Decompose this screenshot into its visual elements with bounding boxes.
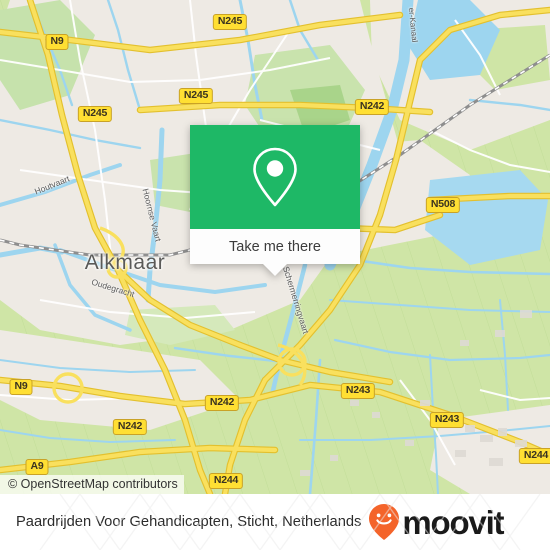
- road-shield[interactable]: N243: [429, 412, 465, 428]
- road-shield[interactable]: N245: [212, 14, 248, 30]
- popup-image-panel: [190, 125, 360, 229]
- moovit-smiley-pin-icon: [369, 504, 400, 540]
- road-shield[interactable]: N9: [45, 34, 69, 50]
- caption-bar: Paardrijden Voor Gehandicapten, Sticht, …: [0, 494, 550, 550]
- road-shield[interactable]: A9: [25, 459, 49, 475]
- road-shield[interactable]: N508: [425, 197, 461, 213]
- road-shield[interactable]: N242: [354, 99, 390, 115]
- road-shield[interactable]: N244: [208, 473, 244, 489]
- map-canvas[interactable]: Alkmaar Houtvaart Hoornse Vaart Oudegrac…: [0, 0, 550, 494]
- map-pin-icon: [253, 147, 297, 207]
- caption-title: Paardrijden Voor Gehandicapten, Sticht, …: [16, 514, 362, 530]
- road-shield[interactable]: N242: [204, 395, 240, 411]
- popup-tail-pointer: [262, 263, 288, 276]
- road-shield[interactable]: N245: [77, 106, 113, 122]
- moovit-wordmark: moovit: [402, 503, 504, 541]
- road-shield[interactable]: N242: [112, 419, 148, 435]
- road-shield[interactable]: N9: [9, 379, 33, 395]
- road-shield[interactable]: N244: [518, 448, 550, 464]
- popup-footer[interactable]: Take me there: [190, 229, 360, 276]
- place-label-alkmaar: Alkmaar: [84, 251, 166, 274]
- road-shield[interactable]: N245: [178, 88, 214, 104]
- take-me-there-label: Take me there: [229, 238, 321, 255]
- location-popup-card[interactable]: Take me there: [190, 125, 360, 276]
- moovit-logo[interactable]: moovit: [367, 503, 505, 541]
- map-screenshot: Alkmaar Houtvaart Hoornse Vaart Oudegrac…: [0, 0, 550, 550]
- road-shield[interactable]: N243: [340, 383, 376, 399]
- osm-attribution[interactable]: © OpenStreetMap contributors: [0, 475, 184, 494]
